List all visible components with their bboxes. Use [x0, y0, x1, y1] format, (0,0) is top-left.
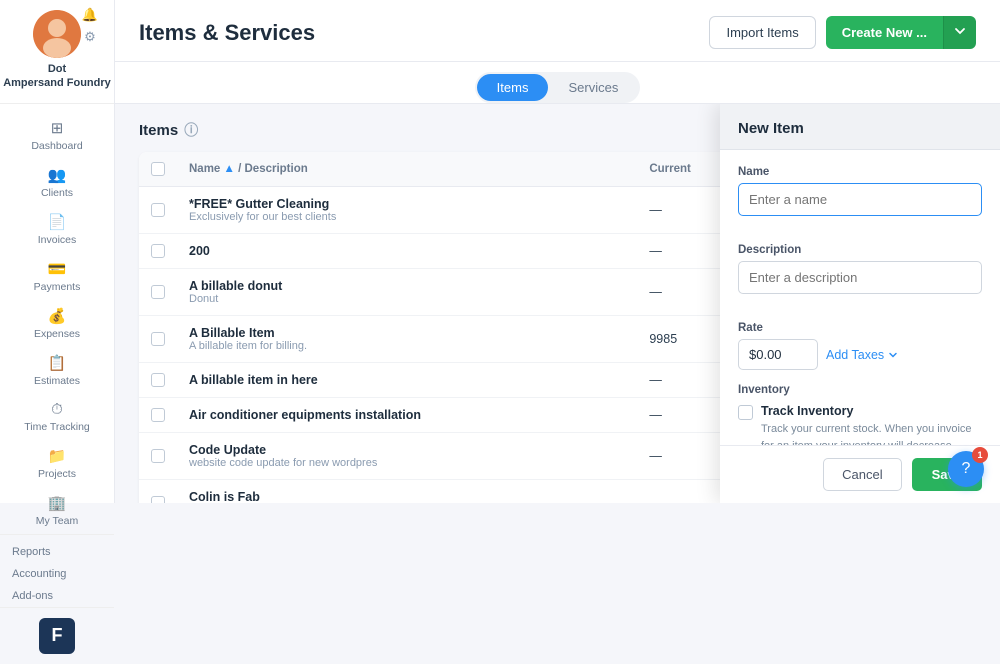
notification-badge: 1 [972, 447, 988, 463]
sidebar-item-time-tracking[interactable]: ⏱ Time Tracking [0, 394, 114, 440]
sidebar-nav: ⊞ Dashboard 👥 Clients 📄 Invoices 💳 Payme… [0, 104, 114, 534]
tabs-bar: Items Services [115, 62, 1000, 104]
tab-items[interactable]: Items [477, 74, 549, 101]
item-name: A billable item in here [189, 373, 625, 387]
sidebar-item-reports[interactable]: Reports [0, 541, 114, 563]
description-field-group: Description [738, 244, 982, 308]
item-name: 200 [189, 244, 625, 258]
row-checkbox[interactable] [151, 496, 165, 503]
row-checkbox[interactable] [151, 285, 165, 299]
track-inventory-title: Track Inventory [761, 404, 982, 418]
projects-icon: 📁 [48, 447, 67, 465]
invoices-icon: 📄 [48, 213, 67, 231]
sidebar-logo: F [0, 607, 114, 664]
cancel-button[interactable]: Cancel [823, 458, 901, 491]
sidebar-item-invoices[interactable]: 📄 Invoices [0, 206, 114, 253]
freshbooks-logo-icon: F [39, 618, 75, 654]
inventory-section: Inventory Track Inventory Track your cur… [738, 384, 982, 445]
import-items-button[interactable]: Import Items [709, 16, 815, 49]
sidebar-item-add-ons[interactable]: Add-ons [0, 585, 114, 607]
sidebar-item-projects[interactable]: 📁 Projects [0, 440, 114, 487]
content-area: Items ⓘ Name ▲ / Description Current [115, 104, 1000, 503]
item-name: Code Update [189, 443, 625, 457]
avatar [33, 10, 81, 58]
help-fab-button[interactable]: ? 1 [948, 451, 984, 487]
tab-group: Items Services [475, 72, 641, 103]
sidebar-item-estimates[interactable]: 📋 Estimates [0, 347, 114, 394]
col-name-header: Name ▲ / Description [177, 152, 637, 187]
name-field-group: Name [738, 166, 982, 230]
row-checkbox[interactable] [151, 449, 165, 463]
avatar-wrapper: 🔔 ⚙ [33, 10, 81, 58]
header-actions: Import Items Create New ... [709, 16, 976, 49]
track-inventory-checkbox[interactable] [738, 405, 753, 420]
chevron-down-icon [888, 350, 898, 360]
item-name: Colin is Fab [189, 490, 625, 503]
new-item-panel-header: New Item [720, 104, 1000, 150]
sidebar-item-dashboard[interactable]: ⊞ Dashboard [0, 112, 114, 159]
items-help-icon[interactable]: ⓘ [184, 120, 198, 140]
select-all-checkbox[interactable] [151, 162, 165, 176]
add-taxes-button[interactable]: Add Taxes [826, 348, 898, 362]
payments-icon: 💳 [48, 260, 67, 278]
name-input[interactable] [738, 183, 982, 216]
sort-arrow-icon: ▲ [224, 163, 239, 175]
description-label: Description [738, 244, 982, 256]
item-desc: A billable item for billing. [189, 340, 625, 352]
rate-row: Add Taxes [738, 339, 982, 370]
sidebar-item-clients[interactable]: 👥 Clients [0, 159, 114, 206]
track-inventory-desc: Track your current stock. When you invoi… [761, 421, 982, 445]
estimates-icon: 📋 [48, 354, 67, 372]
sidebar-item-expenses[interactable]: 💰 Expenses [0, 300, 114, 347]
row-checkbox[interactable] [151, 408, 165, 422]
row-checkbox[interactable] [151, 203, 165, 217]
inventory-label: Inventory [738, 384, 982, 396]
dashboard-icon: ⊞ [51, 119, 64, 137]
page-title: Items & Services [139, 20, 315, 46]
track-inventory-row: Track Inventory Track your current stock… [738, 404, 982, 445]
sidebar-item-payments[interactable]: 💳 Payments [0, 253, 114, 300]
time-tracking-icon: ⏱ [51, 401, 63, 418]
new-item-panel: New Item Name Description Rate Add Taxes [720, 104, 1000, 503]
notification-icon[interactable]: 🔔 [81, 6, 99, 24]
item-desc: Donut [189, 293, 625, 305]
item-name: *FREE* Gutter Cleaning [189, 197, 625, 211]
create-new-button-group: Create New ... [826, 16, 976, 49]
sidebar: 🔔 ⚙ Dot Ampersand Foundry ⊞ Dashboard 👥 … [0, 0, 115, 503]
sidebar-profile-name: Dot Ampersand Foundry [3, 62, 111, 91]
row-checkbox[interactable] [151, 244, 165, 258]
rate-label: Rate [738, 322, 982, 334]
create-new-button[interactable]: Create New ... [826, 16, 943, 49]
item-name: Air conditioner equipments installation [189, 408, 625, 422]
item-desc: website code update for new wordpres [189, 457, 625, 469]
chevron-down-icon [954, 25, 966, 37]
item-name: A billable donut [189, 279, 625, 293]
create-new-dropdown-button[interactable] [943, 16, 976, 49]
row-checkbox[interactable] [151, 332, 165, 346]
main-content: Items & Services Import Items Create New… [115, 0, 1000, 503]
page-header: Items & Services Import Items Create New… [115, 0, 1000, 62]
item-name: A Billable Item [189, 326, 625, 340]
settings-icon[interactable]: ⚙ [81, 28, 99, 46]
expenses-icon: 💰 [48, 307, 67, 325]
tab-services[interactable]: Services [548, 74, 638, 101]
name-label: Name [738, 166, 982, 178]
new-item-panel-body: Name Description Rate Add Taxes [720, 150, 1000, 445]
sidebar-item-my-team[interactable]: 🏢 My Team [0, 487, 114, 534]
track-inventory-text: Track Inventory Track your current stock… [761, 404, 982, 445]
item-desc: Exclusively for our best clients [189, 211, 625, 223]
clients-icon: 👥 [48, 166, 67, 184]
row-checkbox[interactable] [151, 373, 165, 387]
new-item-panel-title: New Item [738, 120, 982, 137]
rate-input[interactable] [738, 339, 818, 370]
description-input[interactable] [738, 261, 982, 294]
sidebar-bottom-nav: Reports Accounting Add-ons [0, 534, 114, 607]
sidebar-icons-top: 🔔 ⚙ [81, 6, 99, 46]
sidebar-item-accounting[interactable]: Accounting [0, 563, 114, 585]
sidebar-profile: 🔔 ⚙ Dot Ampersand Foundry [0, 10, 114, 104]
